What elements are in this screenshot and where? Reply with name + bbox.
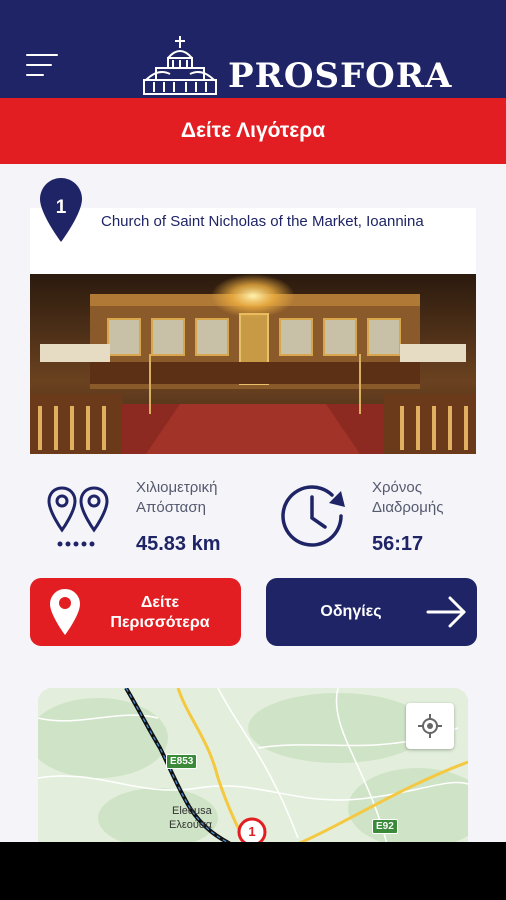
distance-label-line2: Απόσταση <box>136 499 206 516</box>
place-photo <box>30 274 476 454</box>
see-more-button[interactable]: Δείτε Περισσότερα <box>30 578 241 646</box>
system-navigation-bar <box>0 842 506 900</box>
clock-icon <box>281 485 345 547</box>
distance-value: 45.83 km <box>136 533 221 555</box>
distance-label-line1: Χιλιομετρική <box>136 479 218 496</box>
map-pin-number: 1 <box>248 824 256 839</box>
map-town-greek: Ελεούσα <box>169 819 213 831</box>
road-badge-e853: E853 <box>166 754 198 769</box>
location-pin-icon <box>50 589 80 635</box>
duration-label-line2: Διαδρομής <box>372 499 444 516</box>
duration-label-line1: Χρόνος <box>372 479 422 496</box>
brand-name: PROSFORA <box>228 56 453 96</box>
see-more-label-line2: Περισσότερα <box>110 614 210 631</box>
road-badge-e92: E92 <box>372 819 398 834</box>
hamburger-menu-icon[interactable] <box>26 54 58 76</box>
arrow-right-icon <box>426 596 466 628</box>
route-pins-icon <box>47 486 109 547</box>
map-town-latin: Eleousa <box>172 805 212 817</box>
top-app-bar: PROSFORA <box>0 0 506 98</box>
place-title-card: Church of Saint Nicholas of the Market, … <box>30 208 476 274</box>
my-location-button[interactable] <box>406 703 454 749</box>
see-more-label-line1: Δείτε <box>140 594 180 611</box>
duration-value: 56:17 <box>372 533 424 555</box>
see-less-button[interactable]: Δείτε Λιγότερα <box>0 98 506 164</box>
directions-button[interactable]: Οδηγίες <box>266 578 477 646</box>
see-less-label: Δείτε Λιγότερα <box>180 119 326 142</box>
church-icon <box>143 36 217 95</box>
directions-label: Οδηγίες <box>320 603 382 620</box>
route-map[interactable]: Eleousa Ελεούσα E853 E92 1 <box>38 688 468 848</box>
place-number: 1 <box>55 197 67 218</box>
crosshair-icon <box>418 714 442 738</box>
place-title: Church of Saint Nicholas of the Market, … <box>101 213 424 230</box>
